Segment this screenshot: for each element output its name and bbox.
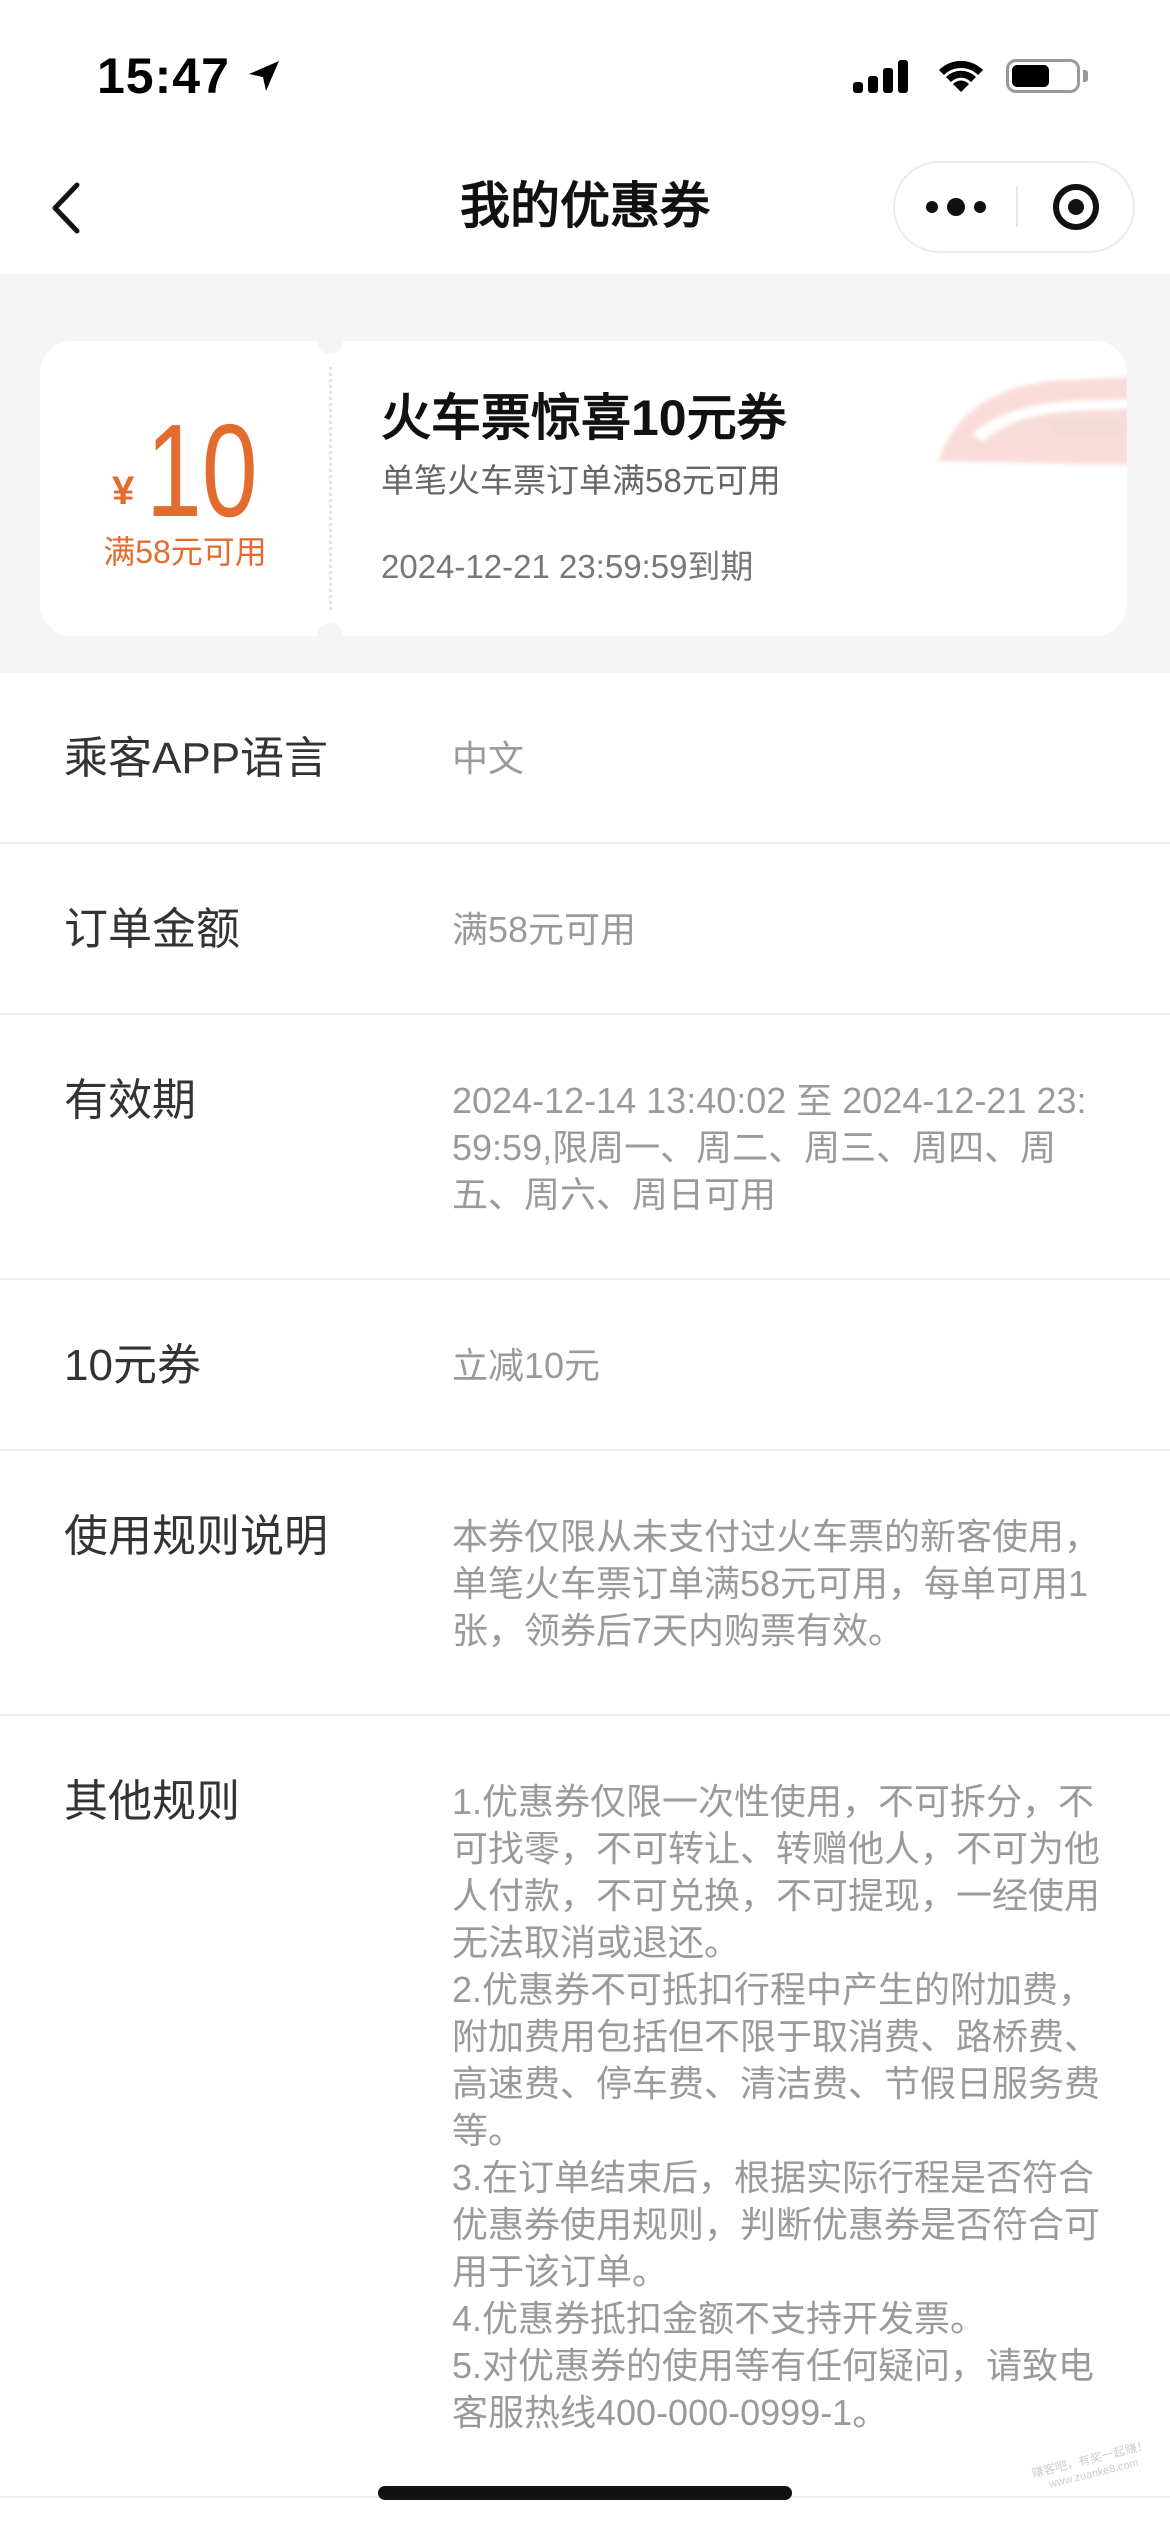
detail-label: 其他规则 [64,1777,240,1826]
detail-value: 中文 [452,738,525,779]
location-arrow-icon [249,61,279,91]
detail-value: 满58元可用 [452,909,637,950]
detail-value: 立减10元 [452,1345,601,1386]
detail-row-other-rules: 其他规则 1.优惠券仅限一次性使用，不可拆分，不可找零，不可转让、转赠他人，不可… [0,1716,1170,2498]
coupon-section: ¥ 10 满58元可用 火车票惊喜10元券 单笔火车票订单满58元可用 2024… [0,274,1170,673]
coupon-detail-page: 15:47 我的优惠券 ¥ 10 满58元可用 火车票惊喜10元券 单笔火车票订… [0,0,1170,2532]
detail-label: 订单金额 [64,905,240,954]
coupon-expiry: 2024-12-21 23:59:59到期 [381,548,754,585]
rule-paragraph: 1.优惠券仅限一次性使用，不可拆分，不可找零，不可转让、转赠他人，不可为他人付款… [452,1781,1101,1963]
more-button[interactable] [895,163,1016,251]
coupon-condition: 单笔火车票订单满58元可用 [381,462,781,499]
detail-label: 有效期 [64,1076,196,1125]
detail-label: 使用规则说明 [64,1512,328,1561]
battery-icon [1006,59,1088,93]
battery-nub [1083,70,1088,82]
detail-row-discount: 10元券 立减10元 [0,1280,1170,1451]
detail-row-order-amount: 订单金额 满58元可用 [0,844,1170,1015]
detail-row-language: 乘客APP语言 中文 [0,673,1170,844]
detail-row-validity: 有效期 2024-12-14 13:40:02 至 2024-12-21 23:… [0,1015,1170,1280]
detail-value: 本券仅限从未支付过火车票的新客使用，单笔火车票订单满58元可用，每单可用1张，领… [452,1516,1101,1651]
coupon-notch-top [317,341,343,354]
mini-program-capsule [893,161,1135,253]
coupon-amount: 10 [146,397,258,544]
coupon-notch-bottom [317,623,343,636]
rule-paragraph: 3.在订单结束后，根据实际行程是否符合优惠券使用规则，判断优惠券是否符合可用于该… [452,2157,1101,2292]
rule-paragraph: 4.优惠券抵扣金额不支持开发票。 [452,2298,987,2339]
more-dots-icon [925,198,986,216]
detail-value: 1.优惠券仅限一次性使用，不可拆分，不可找零，不可转让、转赠他人，不可为他人付款… [452,1778,1104,2436]
detail-value: 2024-12-14 13:40:02 至 2024-12-21 23:59:5… [452,1080,1087,1215]
status-time: 15:47 [97,48,230,104]
target-circle-icon [1052,184,1099,230]
battery-body [1006,59,1080,93]
detail-row-usage-rules: 使用规则说明 本券仅限从未支付过火车票的新客使用，单笔火车票订单满58元可用，每… [0,1451,1170,1716]
coupon-title: 火车票惊喜10元券 [381,390,787,446]
coupon-card: ¥ 10 满58元可用 火车票惊喜10元券 单笔火车票订单满58元可用 2024… [40,341,1127,636]
coupon-details-list: 乘客APP语言 中文 订单金额 满58元可用 有效期 2024-12-14 13… [0,673,1170,2532]
wifi-icon [939,60,983,92]
nav-bar: 我的优惠券 [0,142,1170,274]
home-indicator[interactable] [378,2486,792,2500]
coupon-threshold: 满58元可用 [103,534,267,570]
detail-label: 10元券 [64,1341,201,1390]
train-image [938,377,1127,465]
detail-label: 乘客APP语言 [64,734,329,783]
status-bar: 15:47 [0,0,1170,142]
coupon-currency-symbol: ¥ [112,469,135,513]
rule-paragraph: 5.对优惠券的使用等有任何疑问，请致电客服热线400-000-0999-1。 [452,2345,1095,2433]
signal-icon [853,60,908,93]
rule-paragraph: 2.优惠券不可抵扣行程中产生的附加费，附加费用包括但不限于取消费、路桥费、高速费… [452,1969,1101,2151]
coupon-dashed-divider [329,367,332,610]
battery-level-fill [1012,65,1050,87]
close-mini-program-button[interactable] [1018,163,1133,251]
